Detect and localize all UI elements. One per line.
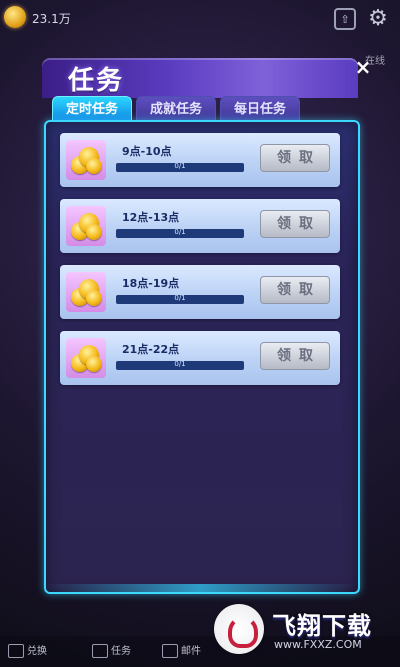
mail-icon [162,644,178,658]
panel-glow [44,584,356,592]
task-time: 9点-10点 [122,145,172,158]
nav-exchange[interactable]: 兑换 [8,642,47,658]
task-row: 18点-19点 0/1 领取 [60,265,340,319]
tab-achievement-tasks[interactable]: 成就任务 [136,96,216,123]
task-icon [92,644,108,658]
tab-daily-tasks[interactable]: 每日任务 [220,96,300,123]
task-row: 12点-13点 0/1 领取 [60,199,340,253]
nav-exchange-label: 兑换 [27,646,47,657]
gear-icon[interactable]: ⚙ [366,6,390,31]
close-icon[interactable]: × [352,56,374,78]
share-icon[interactable]: ⇧ [334,8,356,30]
task-row: 21点-22点 0/1 领取 [60,331,340,385]
claim-button[interactable]: 领取 [260,342,330,370]
task-time: 12点-13点 [122,211,180,224]
nav-mail[interactable]: 邮件 [162,642,201,658]
tab-timed-tasks[interactable]: 定时任务 [52,96,132,123]
task-time: 21点-22点 [122,343,180,356]
task-progress-text: 0/1 [174,228,186,236]
claim-button[interactable]: 领取 [260,144,330,172]
coin-reward-icon [66,338,106,378]
task-progress-text: 0/1 [174,360,186,368]
task-progress-bar: 0/1 [116,162,244,172]
coin-amount: 23.1万 [32,12,71,26]
site-watermark: 飞翔下载 www.FXXZ.COM [214,604,394,656]
task-progress-text: 0/1 [174,162,186,170]
task-progress-bar: 0/1 [116,360,244,370]
dialog-title: 任务 [68,66,125,96]
watermark-url: www.FXXZ.COM [274,638,362,651]
task-row: 9点-10点 0/1 领取 [60,133,340,187]
task-time: 18点-19点 [122,277,180,290]
dialog-title-bar: 任务 [42,58,358,98]
coin-reward-icon [66,272,106,312]
coin-reward-icon [66,140,106,180]
task-tabs: 定时任务 成就任务 每日任务 [52,96,352,123]
coin-icon [4,6,26,28]
claim-button[interactable]: 领取 [260,276,330,304]
watermark-title: 飞翔下载 [272,612,372,640]
top-bar: 23.1万 ⇧ ⚙ [0,0,400,38]
nav-tasks-label: 任务 [111,646,131,657]
task-progress-bar: 0/1 [116,294,244,304]
nav-mail-label: 邮件 [181,646,201,657]
claim-button[interactable]: 领取 [260,210,330,238]
coin-reward-icon [66,206,106,246]
task-progress-bar: 0/1 [116,228,244,238]
nav-tasks[interactable]: 任务 [92,642,131,658]
task-progress-text: 0/1 [174,294,186,302]
watermark-logo-icon [214,604,264,654]
exchange-icon [8,644,24,658]
